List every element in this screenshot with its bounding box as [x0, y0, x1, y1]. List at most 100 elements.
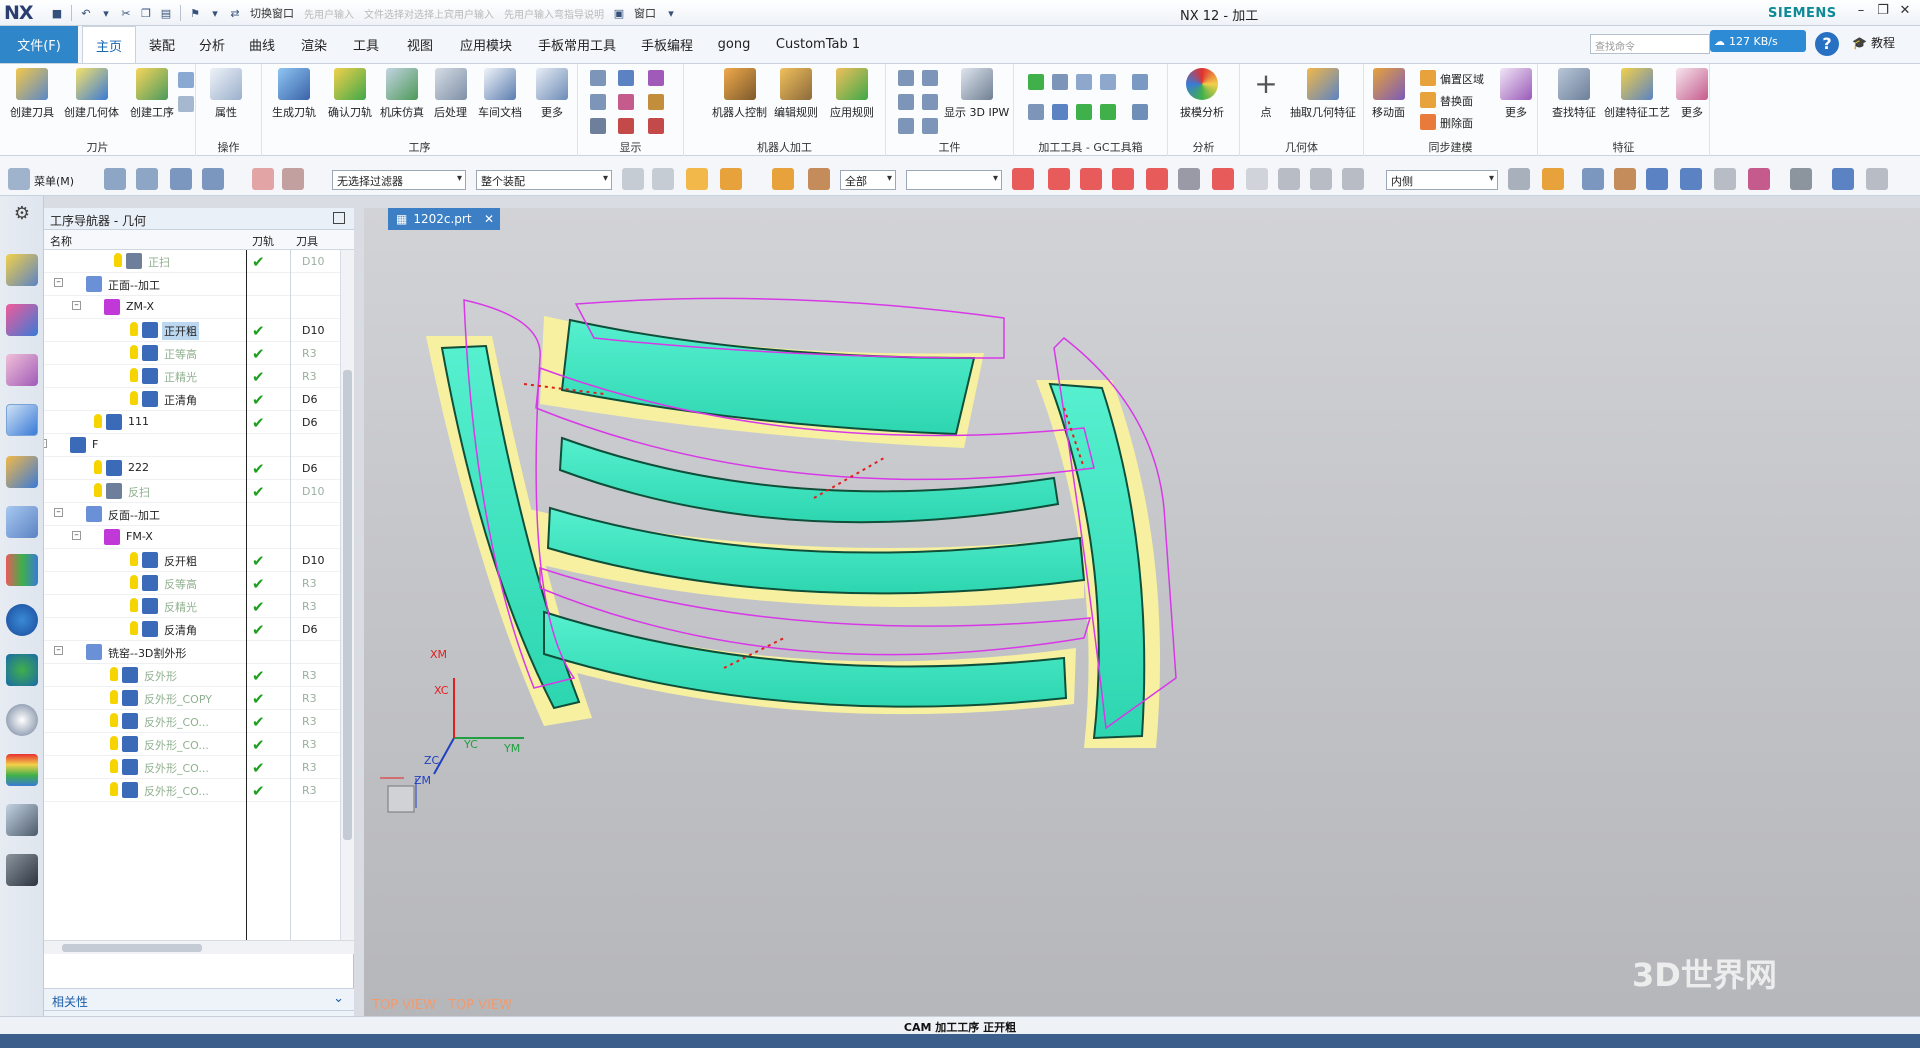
history-icon[interactable]	[6, 704, 38, 736]
collapse-toggle-icon[interactable]: –	[54, 646, 63, 655]
workpiece-icon[interactable]	[898, 94, 914, 110]
tree-row[interactable]: – 反面--加工	[44, 503, 340, 526]
display-icon[interactable]	[618, 70, 634, 86]
tree-row[interactable]: 反开粗 ✔ D10	[44, 549, 340, 572]
cut-icon[interactable]: ✂	[117, 4, 135, 22]
tab-analysis[interactable]: 分析	[188, 26, 236, 63]
repeat-command-icon[interactable]: ⚑	[186, 4, 204, 22]
tool-icon[interactable]	[720, 168, 742, 190]
tool-icon[interactable]	[1680, 168, 1702, 190]
copy-icon[interactable]: ❐	[137, 4, 155, 22]
collapse-toggle-icon[interactable]: –	[72, 301, 81, 310]
delete-face-icon[interactable]	[1420, 114, 1436, 130]
save-icon[interactable]: ■	[48, 4, 66, 22]
display-icon[interactable]	[590, 94, 606, 110]
tree-row[interactable]: 正等高 ✔ R3	[44, 342, 340, 365]
gc-icon[interactable]	[1100, 74, 1116, 90]
tree-row[interactable]: 反外形_COPY ✔ R3	[44, 687, 340, 710]
move-face-button[interactable]: 移动面	[1372, 68, 1405, 120]
draft-analysis-button[interactable]: 拔模分析	[1180, 68, 1224, 120]
window-menu-button[interactable]: 窗口	[630, 5, 660, 21]
point-button[interactable]: + 点	[1250, 68, 1282, 120]
web-browser-icon[interactable]	[6, 654, 38, 686]
tab-handboard-tools[interactable]: 手板常用工具	[528, 26, 626, 63]
display-icon[interactable]	[618, 118, 634, 134]
gc-icon[interactable]	[1028, 104, 1044, 120]
tool-icon[interactable]	[622, 168, 644, 190]
snap-icon[interactable]	[1178, 168, 1200, 190]
process-more-button[interactable]: 更多	[536, 68, 568, 120]
tool-icon[interactable]	[1646, 168, 1668, 190]
restore-button[interactable]: ❐	[1872, 3, 1894, 21]
snap-icon[interactable]	[1310, 168, 1332, 190]
replace-face-button[interactable]: 替换面	[1440, 93, 1473, 109]
graphics-viewport[interactable]: XM XC YC YM ZC ZM TOP VIEW TOP VIEW 3D世界…	[364, 208, 1920, 1034]
tool-icon[interactable]	[104, 168, 126, 190]
display-icon[interactable]	[648, 118, 664, 134]
collapse-toggle-icon[interactable]: –	[54, 508, 63, 517]
postprocess-button[interactable]: 后处理	[434, 68, 467, 120]
palette-icon[interactable]	[6, 754, 38, 786]
search-command-input[interactable]: 查找命令	[1590, 34, 1710, 54]
system-materials-icon[interactable]	[6, 804, 38, 836]
display-icon[interactable]	[590, 70, 606, 86]
apply-rules-button[interactable]: 应用规则	[830, 68, 874, 120]
tree-row[interactable]: –F	[44, 434, 340, 457]
gc-icon[interactable]	[1132, 74, 1148, 90]
display-icon[interactable]	[648, 94, 664, 110]
tree-row[interactable]: 222 ✔ D6	[44, 457, 340, 480]
sync-more-button[interactable]: 更多	[1500, 68, 1532, 120]
tree-row[interactable]: 反外形_CO... ✔ R3	[44, 710, 340, 733]
gc-icon[interactable]	[1028, 74, 1044, 90]
gc-icon[interactable]	[1132, 104, 1148, 120]
show-3d-ipw-button[interactable]: 显示 3D IPW	[944, 68, 1009, 120]
create-tool-button[interactable]: 创建刀具	[10, 68, 54, 120]
close-button[interactable]: ✕	[1894, 3, 1916, 21]
tree-row[interactable]: 反清角 ✔ D6	[44, 618, 340, 641]
tool-icon[interactable]	[1790, 168, 1812, 190]
tree-row[interactable]: 反精光 ✔ R3	[44, 595, 340, 618]
collapse-toggle-icon[interactable]: –	[72, 531, 81, 540]
shop-doc-button[interactable]: 车间文档	[478, 68, 522, 120]
file-tab[interactable]: ▦ 1202c.prt ✕	[388, 208, 500, 230]
tutorial-button[interactable]: 🎓 教程	[1852, 34, 1895, 51]
tool-icon[interactable]	[282, 168, 304, 190]
feature-more-button[interactable]: 更多	[1676, 68, 1708, 120]
settings-icon[interactable]: ⚙	[6, 200, 38, 232]
snap-icon[interactable]	[1112, 168, 1134, 190]
undo-icon[interactable]: ↶	[77, 4, 95, 22]
dropdown-icon[interactable]: ▾	[97, 4, 115, 22]
switch-window-button[interactable]: 切换窗口	[246, 5, 298, 21]
collapse-toggle-icon[interactable]: –	[54, 278, 63, 287]
reuse-library-icon[interactable]	[6, 506, 38, 538]
tool-icon[interactable]	[202, 168, 224, 190]
tab-tools[interactable]: 工具	[342, 26, 390, 63]
column-tool[interactable]: 刀具	[296, 233, 318, 249]
gc-icon[interactable]	[1100, 104, 1116, 120]
extract-geometry-button[interactable]: 抽取几何特征	[1290, 68, 1356, 120]
snap-icon[interactable]	[1048, 168, 1070, 190]
tree-row[interactable]: 反扫 ✔ D10	[44, 480, 340, 503]
dropdown-icon[interactable]: ▾	[662, 4, 680, 22]
tool-icon[interactable]	[1508, 168, 1530, 190]
menu-icon[interactable]	[8, 168, 30, 190]
horizontal-scrollbar[interactable]	[44, 940, 354, 954]
collapse-toggle-icon[interactable]: –	[44, 439, 47, 448]
properties-button[interactable]: 属性	[210, 68, 242, 120]
tool-icon[interactable]	[252, 168, 274, 190]
verify-path-button[interactable]: 确认刀轨	[328, 68, 372, 120]
tree-row[interactable]: – 铣窑--3D割外形	[44, 641, 340, 664]
workpiece-icon[interactable]	[898, 70, 914, 86]
scope-select[interactable]: 全部	[840, 170, 896, 190]
operation-navigator-icon[interactable]	[6, 404, 38, 436]
display-icon[interactable]	[648, 70, 664, 86]
tool-icon[interactable]	[1614, 168, 1636, 190]
column-path[interactable]: 刀轨	[252, 233, 274, 249]
tree-row[interactable]: 正开粗 ✔ D10	[44, 319, 340, 342]
column-name[interactable]: 名称	[50, 233, 72, 249]
tree-row[interactable]: 111 ✔ D6	[44, 411, 340, 434]
constraint-navigator-icon[interactable]	[6, 304, 38, 336]
gc-icon[interactable]	[1076, 104, 1092, 120]
tool-icon[interactable]	[1832, 168, 1854, 190]
tree-row[interactable]: – ZM-X	[44, 296, 340, 319]
